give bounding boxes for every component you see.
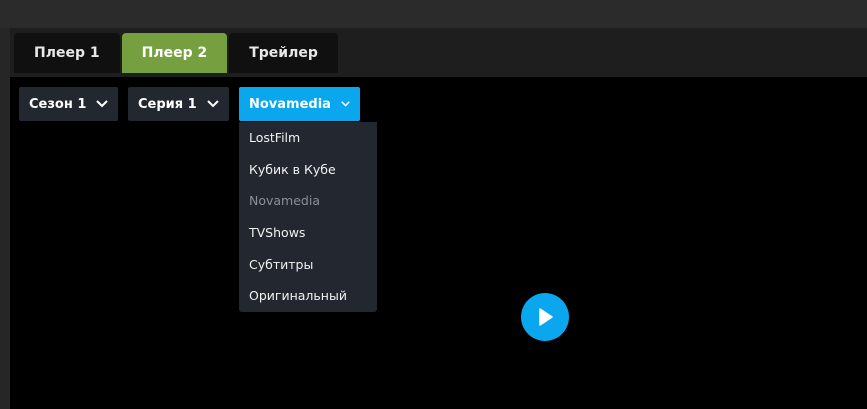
option-lostfilm[interactable]: LostFilm xyxy=(239,122,377,154)
episode-select[interactable]: Серия 1 xyxy=(128,87,229,121)
top-bar xyxy=(0,0,867,28)
translation-dropdown: LostFilm Кубик в Кубе Novamedia TVShows … xyxy=(239,122,377,312)
season-select[interactable]: Сезон 1 xyxy=(19,87,119,121)
chevron-down-icon xyxy=(96,100,109,108)
episode-select-label: Серия 1 xyxy=(138,96,197,112)
tab-player-2[interactable]: Плеер 2 xyxy=(121,33,228,73)
translation-select[interactable]: Novamedia xyxy=(239,87,360,121)
chevron-down-icon xyxy=(206,100,219,108)
play-button[interactable] xyxy=(521,293,569,341)
option-original[interactable]: Оригинальный xyxy=(239,280,377,312)
play-icon xyxy=(539,308,553,326)
tab-trailer[interactable]: Трейлер xyxy=(229,33,338,73)
option-subtitles[interactable]: Субтитры xyxy=(239,248,377,280)
option-tvshows[interactable]: TVShows xyxy=(239,217,377,249)
season-select-label: Сезон 1 xyxy=(29,96,87,112)
tab-player-1[interactable]: Плеер 1 xyxy=(14,33,120,73)
player-tabs: Плеер 1 Плеер 2 Трейлер xyxy=(14,33,338,73)
option-novamedia[interactable]: Novamedia xyxy=(239,185,377,217)
chevron-down-icon xyxy=(341,101,350,107)
option-kubik-v-kube[interactable]: Кубик в Кубе xyxy=(239,154,377,186)
translation-select-label: Novamedia xyxy=(249,96,331,112)
video-player[interactable] xyxy=(10,77,867,409)
